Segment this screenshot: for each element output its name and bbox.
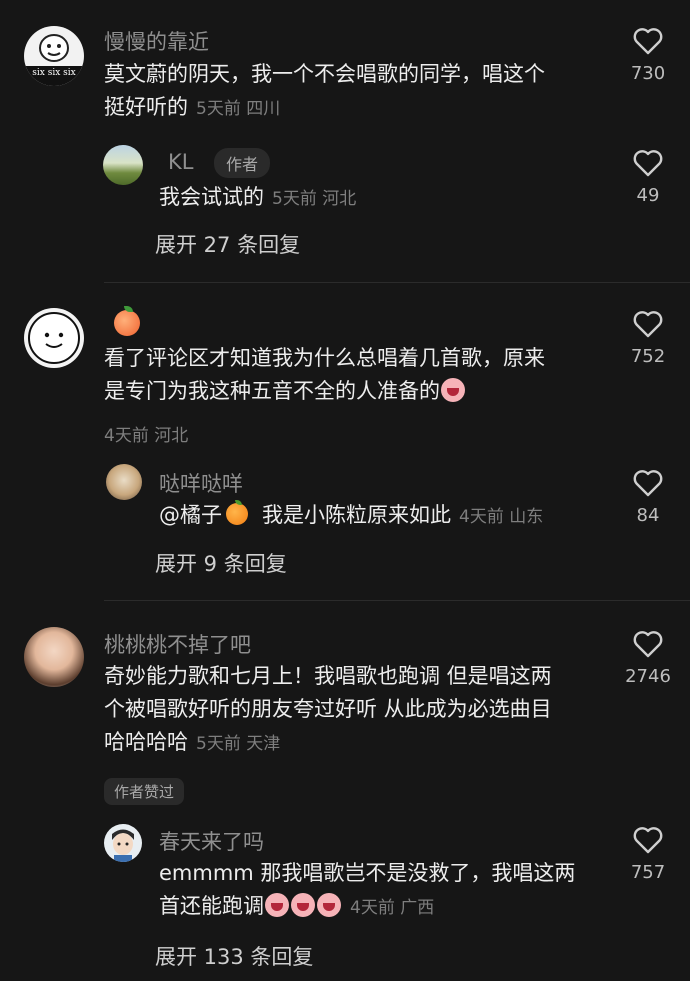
comment-author[interactable]: 慢慢的靠近 — [104, 26, 209, 56]
heart-outline-icon[interactable] — [633, 149, 663, 177]
peach-emoji-icon[interactable] — [114, 306, 140, 336]
like-count: 730 — [630, 63, 666, 84]
crying-face-emoji-icon — [265, 893, 289, 917]
reply-meta: 5天前 河北 — [272, 189, 357, 209]
expand-replies-button[interactable]: 展开 27 条回复 — [155, 229, 300, 259]
comment-text-line: 个被唱歌好听的朋友夸过好听 从此成为必选曲目 — [104, 697, 552, 721]
like-count: 84 — [636, 505, 660, 526]
author-tag: 作者 — [214, 148, 271, 178]
comment-text-line: 奇妙能力歌和七月上！我唱歌也跑调 但是唱这两 — [104, 664, 552, 688]
comment-text: 莫文蔚的阴天，我一个不会唱歌的同学，唱这个 挺好听的 5天前 四川 — [104, 58, 545, 126]
reply-meta: 4天前 山东 — [459, 507, 544, 527]
mention-link[interactable]: @橘子 — [159, 503, 222, 527]
author-liked-badge: 作者赞过 — [104, 778, 185, 805]
orange-emoji-icon — [226, 500, 248, 525]
divider — [104, 600, 690, 601]
avatar[interactable] — [104, 824, 142, 862]
comment-text-line: 看了评论区才知道我为什么总唱着几首歌，原来 — [104, 346, 545, 370]
comment-meta: 4天前 河北 — [104, 426, 189, 446]
comment-text-line: 莫文蔚的阴天，我一个不会唱歌的同学，唱这个 — [104, 62, 545, 86]
like-count: 49 — [636, 185, 660, 206]
comment-meta: 5天前 四川 — [196, 99, 281, 119]
expand-replies-button[interactable]: 展开 133 条回复 — [155, 941, 313, 971]
heart-outline-icon[interactable] — [633, 630, 663, 658]
like-count: 757 — [630, 862, 666, 883]
reply-text: 我会试试的 5天前 河北 — [159, 185, 357, 209]
comment-text-line: 是专门为我这种五音不全的人准备的 — [104, 379, 440, 403]
comment-meta: 5天前 天津 — [196, 734, 281, 754]
reply-author[interactable]: 春天来了吗 — [159, 826, 264, 856]
heart-outline-icon[interactable] — [633, 826, 663, 854]
smiley-icon — [28, 312, 80, 364]
avatar-caption: six six six — [32, 68, 76, 78]
reply-text: emmmm 那我唱歌岂不是没救了，我唱这两 首还能跑调 4天前 广西 — [159, 857, 575, 925]
heart-outline-icon[interactable] — [633, 27, 663, 55]
reply-text-line: emmmm 那我唱歌岂不是没救了，我唱这两 — [159, 861, 576, 885]
reply-text: @橘子 我是小陈粒原来如此 4天前 山东 — [159, 500, 544, 527]
crying-face-emoji-icon — [441, 378, 465, 402]
comment-text-line: 挺好听的 — [104, 95, 188, 119]
avatar[interactable]: six six six — [24, 26, 84, 86]
avatar[interactable] — [106, 464, 142, 500]
crying-face-emoji-icon — [317, 893, 341, 917]
avatar[interactable] — [24, 627, 84, 687]
reply-author[interactable]: 哒咩哒咩 — [159, 468, 243, 498]
comment-text: 看了评论区才知道我为什么总唱着几首歌，原来 是专门为我这种五音不全的人准备的 — [104, 342, 545, 408]
avatar[interactable] — [24, 308, 84, 368]
divider — [104, 282, 690, 283]
reply-author[interactable]: KL — [168, 150, 193, 174]
like-count: 2746 — [625, 666, 671, 687]
comment-text: 奇妙能力歌和七月上！我唱歌也跑调 但是唱这两 个被唱歌好听的朋友夸过好听 从此成… — [104, 660, 552, 761]
comment-author[interactable]: 桃桃桃不掉了吧 — [104, 629, 251, 659]
avatar[interactable] — [103, 145, 143, 185]
reply-meta: 4天前 广西 — [350, 898, 435, 918]
cartoon-boy-icon — [112, 829, 134, 862]
expand-replies-button[interactable]: 展开 9 条回复 — [155, 548, 287, 578]
reply-text-line: 首还能跑调 — [159, 894, 264, 918]
comment-text-line: 哈哈哈哈 — [104, 730, 188, 754]
heart-outline-icon[interactable] — [633, 469, 663, 497]
like-count: 752 — [630, 346, 666, 367]
heart-outline-icon[interactable] — [633, 310, 663, 338]
crying-face-emoji-icon — [291, 893, 315, 917]
